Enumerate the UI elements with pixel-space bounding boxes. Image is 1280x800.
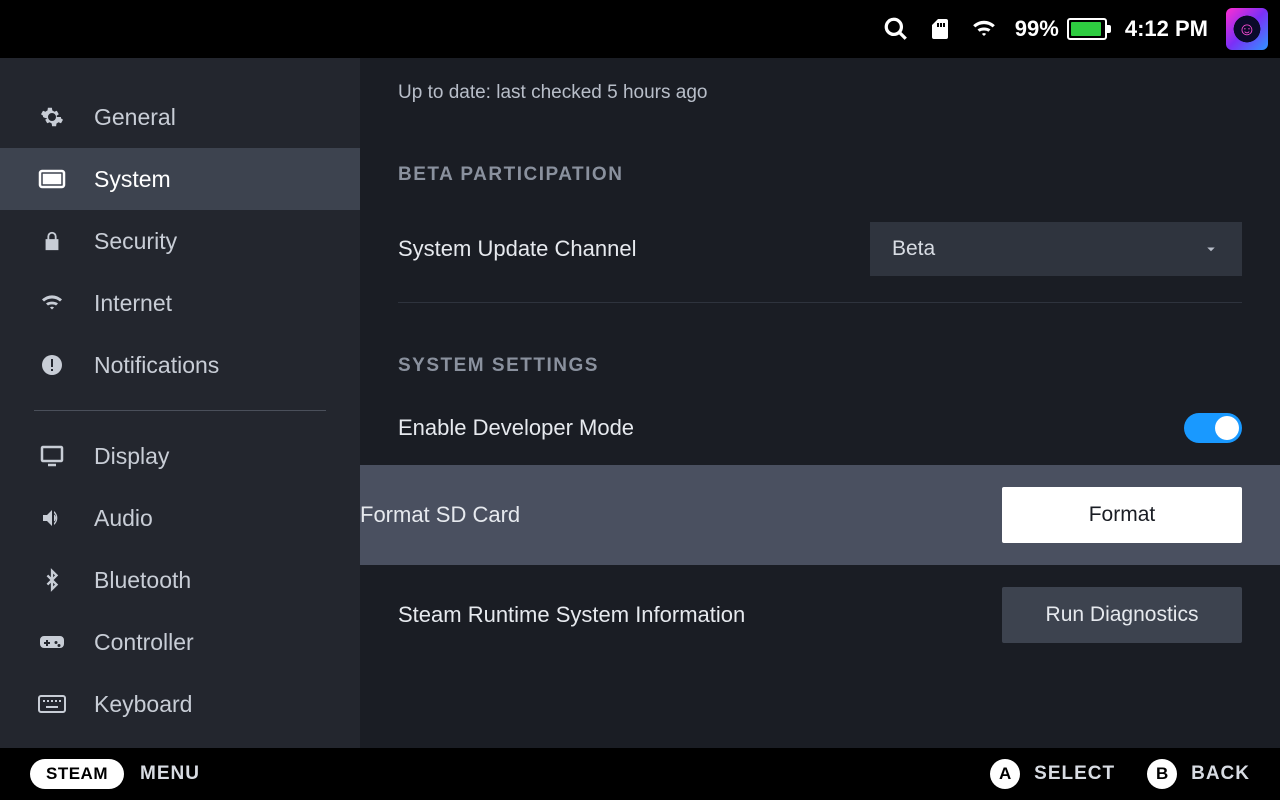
- sidebar-item-internet[interactable]: Internet: [0, 272, 360, 334]
- battery-percent: 99%: [1015, 16, 1059, 42]
- clock: 4:12 PM: [1125, 16, 1208, 42]
- signal-icon: [38, 289, 66, 317]
- sidebar-item-label: Audio: [94, 505, 153, 532]
- sidebar-item-notifications[interactable]: Notifications: [0, 334, 360, 396]
- monitor-icon: [38, 442, 66, 470]
- sidebar-item-display[interactable]: Display: [0, 425, 360, 487]
- sidebar-item-bluetooth[interactable]: Bluetooth: [0, 549, 360, 611]
- row-runtime-info: Steam Runtime System Information Run Dia…: [398, 565, 1242, 665]
- gamepad-icon: [38, 628, 66, 656]
- sidebar-item-keyboard[interactable]: Keyboard: [0, 673, 360, 735]
- sidebar-item-label: General: [94, 104, 176, 131]
- divider: [398, 302, 1242, 303]
- alert-icon: [38, 351, 66, 379]
- developer-mode-toggle[interactable]: [1184, 413, 1242, 443]
- sidebar-item-general[interactable]: General: [0, 86, 360, 148]
- sidebar-item-label: Display: [94, 443, 169, 470]
- update-channel-dropdown[interactable]: Beta: [870, 222, 1242, 276]
- gear-icon: [38, 103, 66, 131]
- settings-content: Up to date: last checked 5 hours ago BET…: [360, 58, 1280, 748]
- top-bar: 99% 4:12 PM ☺: [0, 0, 1280, 58]
- a-button-icon: A: [990, 759, 1020, 789]
- sd-card-icon[interactable]: [927, 16, 953, 42]
- sidebar-item-system[interactable]: System: [0, 148, 360, 210]
- row-update-channel: System Update Channel Beta: [398, 200, 1242, 298]
- keyboard-icon: [38, 690, 66, 718]
- format-sd-label: Format SD Card: [360, 502, 520, 528]
- battery-status: 99%: [1015, 16, 1107, 42]
- row-developer-mode: Enable Developer Mode: [398, 391, 1242, 465]
- wifi-icon[interactable]: [971, 16, 997, 42]
- sidebar-item-label: Internet: [94, 290, 172, 317]
- battery-icon: [1067, 18, 1107, 40]
- bluetooth-icon: [38, 566, 66, 594]
- row-format-sd-card[interactable]: Format SD Card Format: [360, 465, 1280, 565]
- sidebar-item-label: Controller: [94, 629, 194, 656]
- menu-label: MENU: [140, 763, 200, 785]
- sidebar-item-security[interactable]: Security: [0, 210, 360, 272]
- sidebar-separator: [34, 410, 326, 411]
- sidebar-item-label: System: [94, 166, 171, 193]
- section-system-settings: SYSTEM SETTINGS: [398, 355, 1242, 377]
- avatar[interactable]: ☺: [1226, 8, 1268, 50]
- steam-button[interactable]: STEAM: [30, 759, 124, 789]
- section-beta-participation: BETA PARTICIPATION: [398, 164, 1242, 186]
- b-button-label: BACK: [1191, 763, 1250, 785]
- sidebar-item-label: Notifications: [94, 352, 219, 379]
- runtime-info-label: Steam Runtime System Information: [398, 602, 745, 628]
- format-button[interactable]: Format: [1002, 487, 1242, 543]
- sidebar-item-audio[interactable]: Audio: [0, 487, 360, 549]
- settings-sidebar: General System Security Internet Notific…: [0, 58, 360, 748]
- update-status: Up to date: last checked 5 hours ago: [398, 58, 1242, 112]
- search-icon[interactable]: [883, 16, 909, 42]
- sidebar-item-label: Security: [94, 228, 177, 255]
- developer-mode-label: Enable Developer Mode: [398, 415, 634, 441]
- chevron-down-icon: [1202, 240, 1220, 258]
- dropdown-value: Beta: [892, 237, 935, 261]
- footer-bar: STEAM MENU A SELECT B BACK: [0, 748, 1280, 800]
- sidebar-item-label: Bluetooth: [94, 567, 191, 594]
- sidebar-item-label: Keyboard: [94, 691, 192, 718]
- a-button-label: SELECT: [1034, 763, 1115, 785]
- update-channel-label: System Update Channel: [398, 236, 636, 262]
- console-icon: [38, 165, 66, 193]
- volume-icon: [38, 504, 66, 532]
- sidebar-item-controller[interactable]: Controller: [0, 611, 360, 673]
- b-button-icon: B: [1147, 759, 1177, 789]
- lock-icon: [38, 227, 66, 255]
- run-diagnostics-button[interactable]: Run Diagnostics: [1002, 587, 1242, 643]
